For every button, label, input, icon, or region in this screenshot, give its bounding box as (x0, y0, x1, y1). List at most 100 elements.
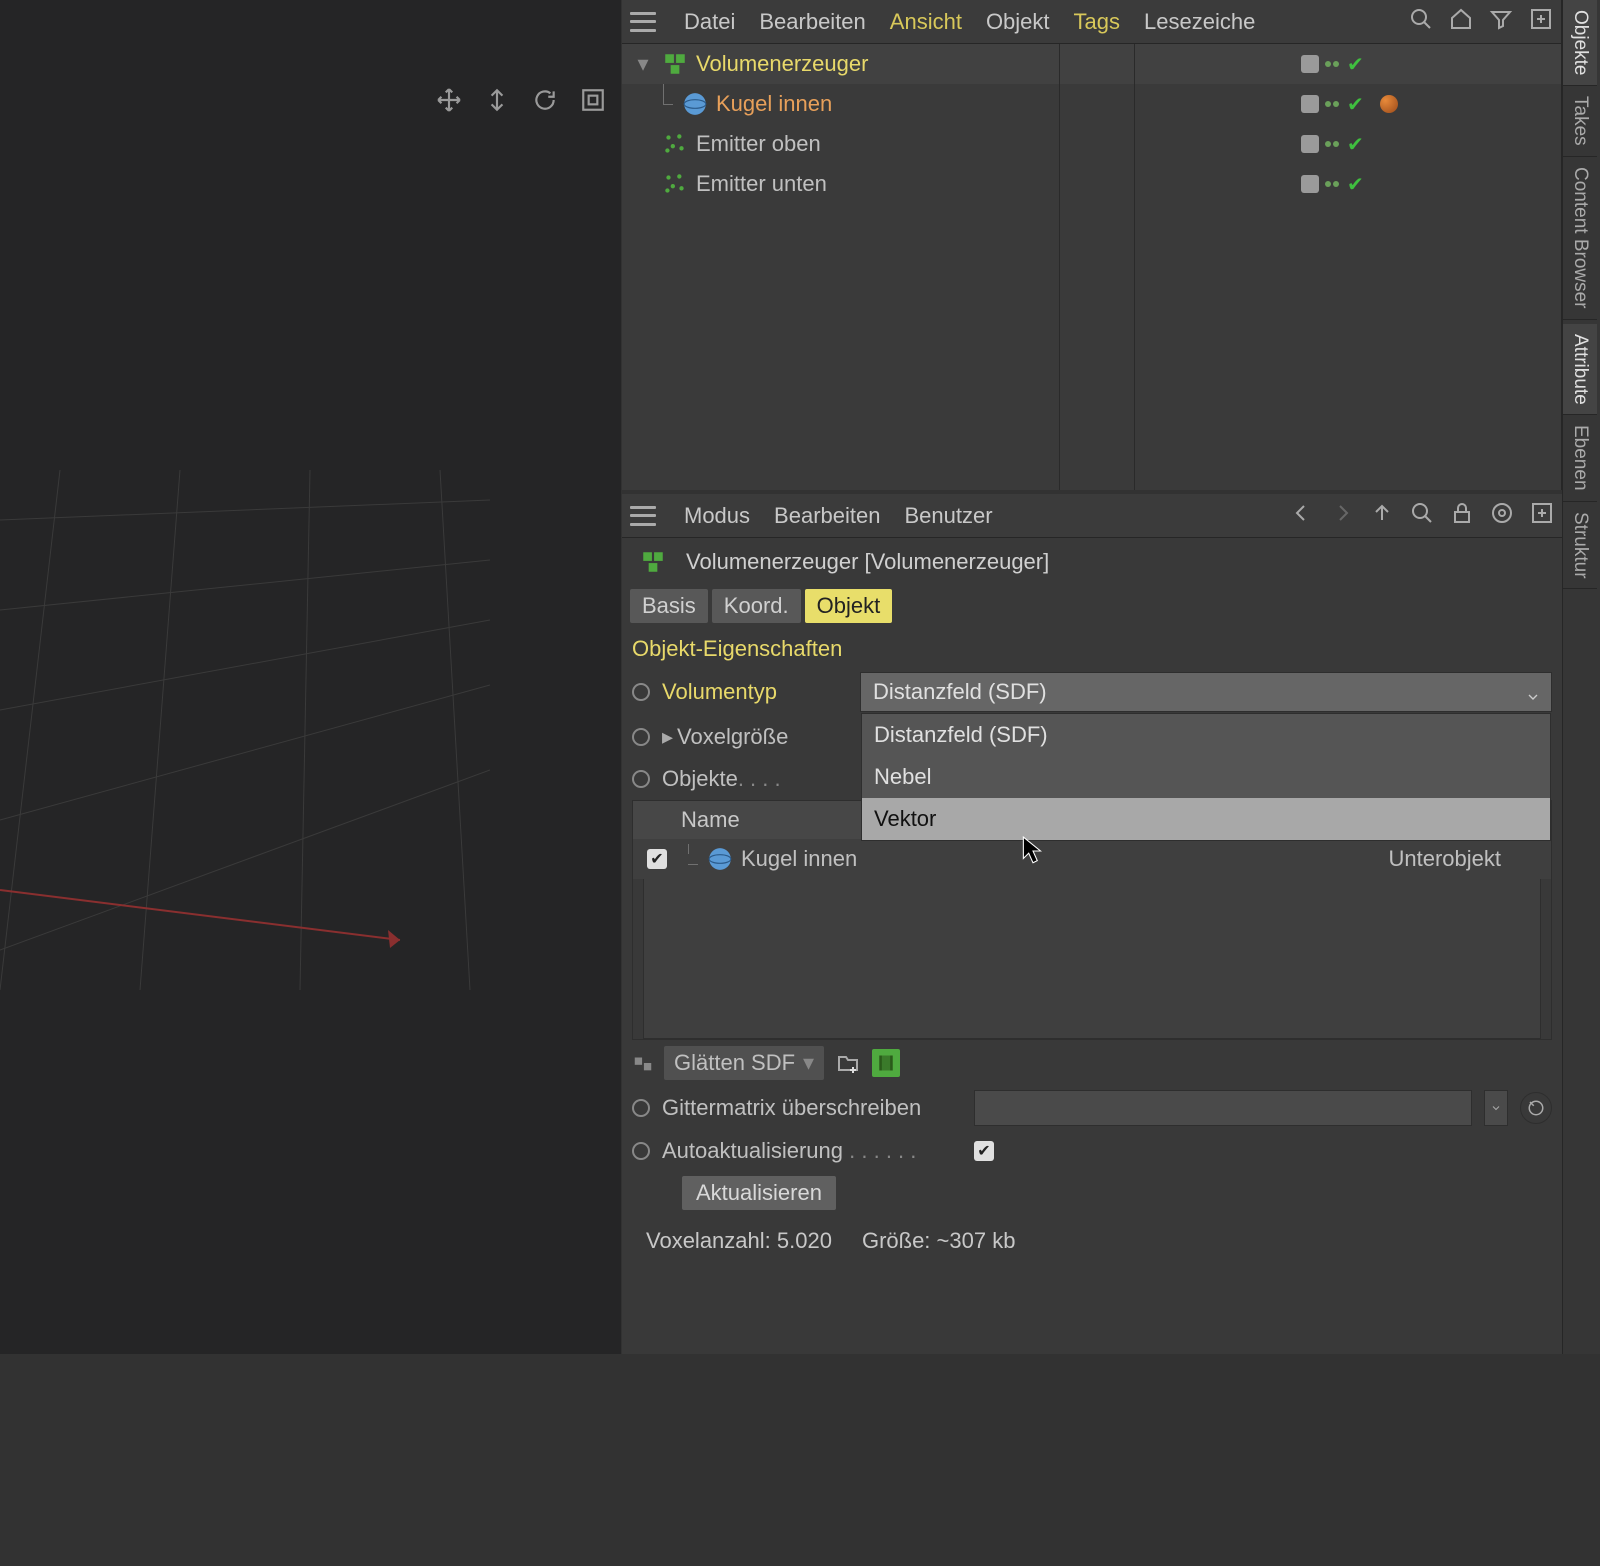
section-title: Objekt-Eigenschaften (622, 626, 1562, 668)
chevron-down-icon (1525, 685, 1541, 711)
row-mode: Unterobjekt (1388, 846, 1501, 872)
nav-back-icon[interactable] (1290, 501, 1314, 530)
update-button[interactable]: Aktualisieren (682, 1176, 836, 1210)
objects-list-row[interactable]: ✔ Kugel innen Unterobjekt (633, 839, 1551, 879)
move-icon[interactable] (433, 84, 465, 116)
sphere-icon (707, 846, 733, 872)
visibility-dots-icon[interactable] (1325, 101, 1339, 107)
prop-gittermatrix: Gittermatrix überschreiben (622, 1086, 1562, 1130)
object-manager-panel: Datei Bearbeiten Ansicht Objekt Tags Les… (622, 0, 1562, 490)
menu-view[interactable]: Ansicht (890, 9, 962, 35)
keyframe-dot-icon[interactable] (632, 728, 650, 746)
attribute-object-name: Volumenerzeuger [Volumenerzeuger] (686, 549, 1049, 575)
tree-row-kugel-innen[interactable]: Kugel innen ✔ (622, 84, 1561, 124)
panel-menu-icon[interactable] (630, 12, 656, 32)
emitter-icon (662, 131, 688, 157)
dropdown-selected: Distanzfeld (SDF) (873, 679, 1047, 705)
maximize-icon[interactable] (1529, 7, 1553, 36)
tree-row-volumenerzeuger[interactable]: ▾ Volumenerzeuger ✔ (622, 44, 1561, 84)
search-icon[interactable] (1410, 501, 1434, 530)
viewport-grid (0, 470, 490, 990)
volume-builder-icon (640, 549, 666, 575)
viewport[interactable] (0, 0, 621, 1354)
menu-user[interactable]: Benutzer (904, 503, 992, 529)
tree-row-emitter-oben[interactable]: Emitter oben ✔ (622, 124, 1561, 164)
enabled-check-icon[interactable]: ✔ (1347, 52, 1364, 77)
menu-edit[interactable]: Bearbeiten (759, 9, 865, 35)
enabled-check-icon[interactable]: ✔ (1347, 172, 1364, 197)
nav-forward-icon[interactable] (1330, 501, 1354, 530)
tree-row-emitter-unten[interactable]: Emitter unten ✔ (622, 164, 1561, 204)
smooth-filter-pill[interactable]: Glätten SDF ▾ (664, 1046, 824, 1080)
menu-edit[interactable]: Bearbeiten (774, 503, 880, 529)
dock-tab-attribute[interactable]: Attribute (1563, 324, 1597, 416)
dropdown-option-nebel[interactable]: Nebel (862, 756, 1550, 798)
prop-aktualisieren: Aktualisieren (622, 1172, 1562, 1214)
layer-toggle-icon[interactable] (1301, 135, 1319, 153)
keyframe-dot-icon[interactable] (632, 683, 650, 701)
dock-tab-ebenen[interactable]: Ebenen (1563, 415, 1597, 502)
frame-icon[interactable] (577, 84, 609, 116)
rotate-icon[interactable] (529, 84, 561, 116)
expander-icon[interactable]: ▾ (632, 51, 654, 77)
lock-icon[interactable] (1450, 501, 1474, 530)
filmstrip-icon[interactable] (872, 1049, 900, 1077)
filter-icon[interactable] (1489, 7, 1513, 36)
dropdown-option-vektor[interactable]: Vektor (862, 798, 1550, 840)
attribute-tabs: Basis Koord. Objekt (622, 586, 1562, 626)
menu-bookmark[interactable]: Lesezeiche (1144, 9, 1255, 35)
enabled-check-icon[interactable]: ✔ (1347, 132, 1364, 157)
menu-mode[interactable]: Modus (684, 503, 750, 529)
maximize-icon[interactable] (1530, 501, 1554, 530)
attribute-header: Volumenerzeuger [Volumenerzeuger] (622, 538, 1562, 586)
volumentyp-dropdown[interactable]: Distanzfeld (SDF) Distanzfeld (SDF) Nebe… (860, 672, 1552, 712)
dock-tab-struktur[interactable]: Struktur (1563, 502, 1597, 590)
dock-tab-takes[interactable]: Takes (1563, 86, 1597, 157)
filter-type-icon[interactable] (632, 1052, 654, 1074)
keyframe-dot-icon[interactable] (632, 770, 650, 788)
home-icon[interactable] (1449, 7, 1473, 36)
keyframe-dot-icon[interactable] (632, 1099, 650, 1117)
object-manager-menubar: Datei Bearbeiten Ansicht Objekt Tags Les… (622, 0, 1561, 44)
tree-item-label: Emitter unten (696, 171, 827, 197)
attribute-manager-panel: Modus Bearbeiten Benutzer Volumenerzeuge… (622, 494, 1562, 1354)
panel-menu-icon[interactable] (630, 506, 656, 526)
visibility-dots-icon[interactable] (1325, 181, 1339, 187)
tab-basis[interactable]: Basis (630, 589, 708, 623)
picker-icon[interactable] (1520, 1092, 1552, 1124)
particle-tag-icon[interactable] (1380, 95, 1398, 113)
search-icon[interactable] (1409, 7, 1433, 36)
record-icon[interactable] (1490, 501, 1514, 530)
prop-label: ▸Voxelgröße (662, 724, 848, 750)
gittermatrix-input[interactable] (974, 1090, 1472, 1126)
row-name: Kugel innen (741, 846, 857, 872)
row-checkbox[interactable]: ✔ (647, 849, 667, 869)
menu-file[interactable]: Datei (684, 9, 735, 35)
tab-koord[interactable]: Koord. (712, 589, 801, 623)
menu-object[interactable]: Objekt (986, 9, 1050, 35)
visibility-dots-icon[interactable] (1325, 61, 1339, 67)
object-tree[interactable]: ▾ Volumenerzeuger ✔ Kugel innen (622, 44, 1561, 490)
layer-toggle-icon[interactable] (1301, 55, 1319, 73)
objects-list-drop-area[interactable] (643, 879, 1541, 1039)
dock-tab-content-browser[interactable]: Content Browser (1563, 157, 1597, 320)
nav-up-icon[interactable] (1370, 501, 1394, 530)
add-folder-icon[interactable] (834, 1049, 862, 1077)
dock-tab-objekte[interactable]: Objekte (1563, 0, 1597, 86)
right-dock-tabs: Objekte Takes Content Browser Attribute … (1562, 0, 1600, 1354)
filter-row: Glätten SDF ▾ (622, 1040, 1562, 1086)
prop-label: Volumentyp (662, 679, 848, 705)
viewport-toolbar (433, 84, 609, 116)
auto-update-checkbox[interactable]: ✔ (974, 1141, 994, 1161)
tree-item-label: Kugel innen (716, 91, 832, 117)
gittermatrix-dropdown-button[interactable] (1484, 1090, 1508, 1126)
enabled-check-icon[interactable]: ✔ (1347, 92, 1364, 117)
visibility-dots-icon[interactable] (1325, 141, 1339, 147)
keyframe-dot-icon[interactable] (632, 1142, 650, 1160)
dropdown-option-sdf[interactable]: Distanzfeld (SDF) (862, 714, 1550, 756)
menu-tags[interactable]: Tags (1074, 9, 1120, 35)
zoom-icon[interactable] (481, 84, 513, 116)
layer-toggle-icon[interactable] (1301, 175, 1319, 193)
layer-toggle-icon[interactable] (1301, 95, 1319, 113)
tab-objekt[interactable]: Objekt (805, 589, 893, 623)
